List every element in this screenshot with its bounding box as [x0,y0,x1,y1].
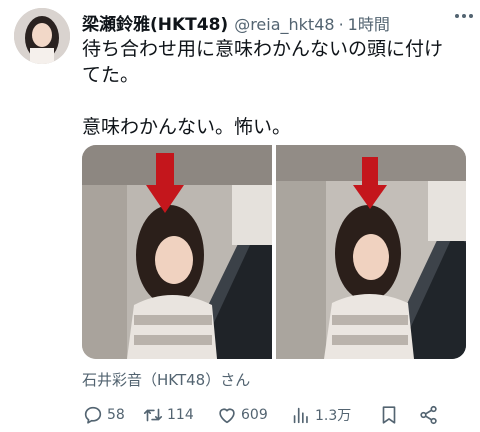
tweet-text: 待ち合わせ用に意味わかんないの頭に付け てた。 意味わかんない。怖い。 [82,36,468,140]
photo-tag[interactable]: 石井彩音（HKT48）さん [82,369,250,390]
views-button[interactable]: 1.3万 [290,404,378,426]
tweet-media [82,145,466,359]
avatar[interactable] [14,8,70,64]
share-button[interactable] [418,404,442,426]
like-button[interactable]: 609 [216,404,290,426]
tweet-actions: 58 114 609 1.3万 [82,402,470,428]
more-icon[interactable] [452,6,476,26]
separator-dot: · [338,15,344,34]
reply-count: 58 [107,407,125,423]
tweet-text-line: てた。 [82,64,140,86]
tweet-text-line: 意味わかんない。怖い。 [82,116,292,138]
retweet-button[interactable]: 114 [142,404,216,426]
share-icon [420,405,437,425]
tweet-photo-2[interactable] [276,145,466,359]
like-icon [219,408,235,424]
bookmark-icon [382,406,396,424]
retweet-icon [143,408,163,422]
bookmark-button[interactable] [378,404,418,426]
reply-icon [84,406,102,424]
reply-button[interactable]: 58 [82,404,142,426]
author-handle[interactable]: @reia_hkt48 [234,15,334,34]
tweet-header: 梁瀬鈴雅(HKT48) @reia_hkt48 · 1時間 [82,10,470,35]
view-count: 1.3万 [315,408,352,424]
views-icon [293,407,308,424]
tweet-text-line: 待ち合わせ用に意味わかんないの頭に付け [82,38,444,60]
tweet-photo-1[interactable] [82,145,272,359]
author-name[interactable]: 梁瀬鈴雅(HKT48) [82,10,228,35]
timestamp[interactable]: 1時間 [348,11,390,35]
retweet-count: 114 [167,407,194,423]
like-count: 609 [241,407,268,423]
